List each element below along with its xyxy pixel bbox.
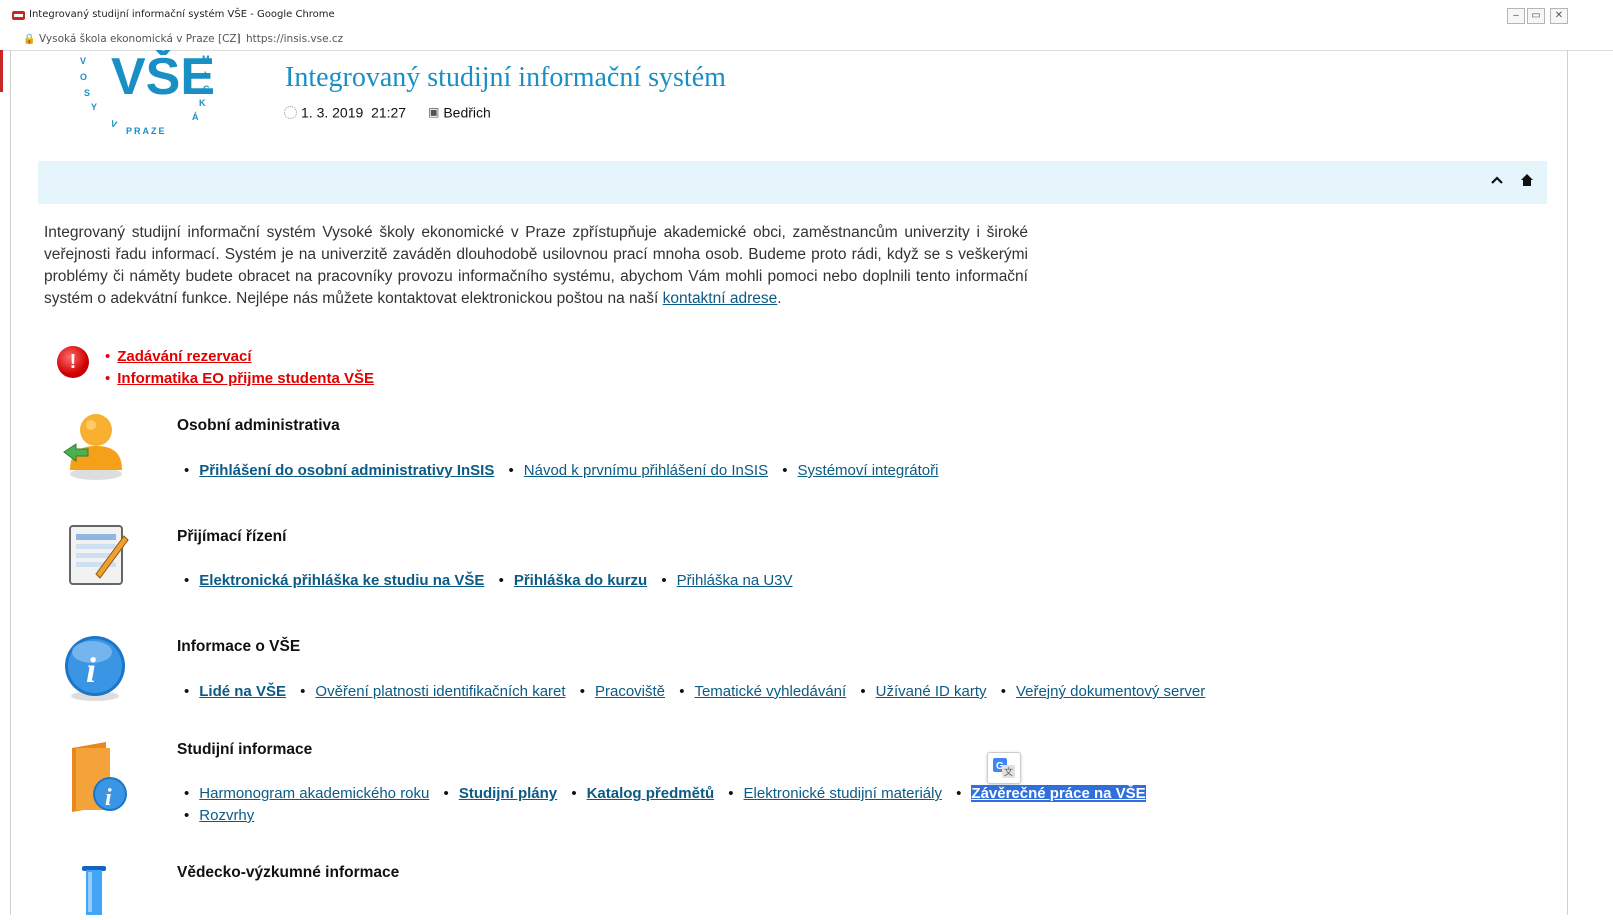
link-course-application[interactable]: Přihláška do kurzu [514, 572, 647, 589]
link-used-id-cards[interactable]: Užívané ID karty [876, 683, 987, 700]
alert-link-job-offer[interactable]: Informatika EO přijme studenta VŠE [117, 370, 374, 387]
svg-text:K: K [199, 98, 206, 108]
lock-icon: 🔒 [23, 34, 36, 45]
app-icon [12, 11, 25, 20]
link-study-plans[interactable]: Studijní plány [459, 785, 557, 802]
link-public-document-server[interactable]: Veřejný dokumentový server [1016, 683, 1205, 700]
date-nameday-line: 1. 3. 2019 21:27 ▣ Bedřich [284, 103, 491, 120]
svg-text:Y: Y [91, 102, 97, 112]
calendar-icon: ▣ [428, 105, 440, 120]
address-separator: | [237, 32, 240, 44]
nameday: Bedřich [443, 104, 491, 121]
link-first-login-guide[interactable]: Návod k prvnímu přihlášení do InSIS [524, 462, 768, 479]
link-system-integrators[interactable]: Systémoví integrátoři [798, 462, 939, 479]
vse-logo[interactable]: VŠE V O S Y M I C K Á V PRAZE [66, 50, 226, 144]
address-bar[interactable]: 🔒 Vysoká škola ekonomická v Praze [CZ] |… [0, 30, 1613, 51]
svg-text:M: M [202, 54, 210, 64]
link-course-catalog[interactable]: Katalog předmětů [587, 785, 715, 802]
section-links-about-vse: • Lidé na VŠE • Ověření platnosti identifi… [184, 683, 1206, 700]
current-date: 1. 3. 2019 [301, 104, 364, 121]
svg-text:V: V [109, 118, 118, 129]
link-academic-calendar[interactable]: Harmonogram akademického roku [199, 785, 429, 802]
svg-text:C: C [203, 84, 210, 94]
alert-list: • Zadávání rezervací • Informatika EO přij… [105, 346, 374, 390]
intro-paragraph: Integrovaný studijní informační systém V… [44, 222, 1028, 310]
link-e-application[interactable]: Elektronická přihláška ke studiu na VŠE [199, 572, 484, 589]
site-identity: Vysoká škola ekonomická v Praze [CZ] [39, 33, 241, 45]
svg-text:V: V [80, 56, 86, 66]
warning-icon: ! [57, 346, 89, 378]
svg-text:I: I [204, 70, 207, 80]
svg-text:S: S [84, 88, 90, 98]
section-title-personal-admin: Osobní administrativa [177, 417, 340, 434]
google-translate-icon[interactable]: G 文 [987, 752, 1021, 784]
section-links-study-info: • Harmonogram akademického roku • Studijní… [184, 785, 1146, 824]
link-people-at-vse[interactable]: Lidé na VŠE [199, 683, 286, 700]
home-icon[interactable] [1518, 173, 1536, 191]
current-time: 21:27 [371, 104, 407, 121]
user-icon [62, 408, 126, 482]
page-right-border [1567, 50, 1568, 915]
navigation-band [38, 161, 1547, 204]
section-title-about-vse: Informace o VŠE [177, 638, 301, 655]
link-e-study-materials[interactable]: Elektronické studijní materiály [744, 785, 942, 802]
link-thematic-search[interactable]: Tematické vyhledávání [694, 683, 846, 700]
info-icon: i [62, 632, 126, 706]
clock-icon [284, 105, 297, 119]
svg-text:O: O [80, 72, 87, 82]
section-title-admissions: Přijímací řízení [177, 528, 287, 545]
close-button[interactable]: ✕ [1550, 8, 1568, 24]
section-links-admissions: • Elektronická přihláška ke studiu na VŠE… [184, 572, 793, 589]
link-theses[interactable]: Závěrečné práce na VŠE [971, 785, 1146, 802]
test-tube-icon [78, 862, 142, 915]
url-text[interactable]: https://insis.vse.cz [246, 33, 343, 45]
link-id-card-validation[interactable]: Ověření platnosti identifikačních karet [315, 683, 565, 700]
alert-link-reservations[interactable]: Zadávání rezervací [117, 348, 251, 365]
link-insis-login[interactable]: Přihlášení do osobní administrativy InSI… [199, 462, 494, 479]
intro-end: . [777, 290, 782, 307]
svg-text:i: i [86, 650, 96, 690]
page-title: Integrovaný studijní informační systém [285, 62, 726, 93]
link-timetables[interactable]: Rozvrhy [199, 807, 254, 824]
alert-item: • Zadávání rezervací [105, 348, 252, 365]
collapse-up-icon[interactable] [1488, 173, 1506, 191]
link-u3v-application[interactable]: Přihláška na U3V [677, 572, 793, 589]
section-links-personal-admin: • Přihlášení do osobní administrativy InS… [184, 462, 939, 479]
window-title-bar: Integrovaný studijní informační systém V… [0, 0, 1613, 31]
restore-button[interactable]: ▭ [1527, 8, 1545, 24]
page-left-border [10, 50, 11, 915]
section-title-study-info: Studijní informace [177, 741, 313, 758]
application-form-icon [66, 522, 130, 596]
svg-text:Á: Á [192, 112, 199, 122]
intro-text: Integrovaný studijní informační systém V… [44, 224, 1028, 307]
contact-address-link[interactable]: kontaktní adrese [663, 290, 778, 307]
svg-text:i: i [105, 785, 112, 811]
window-title: Integrovaný studijní informační systém V… [29, 9, 335, 20]
study-info-icon: i [66, 740, 130, 814]
link-departments[interactable]: Pracoviště [595, 683, 665, 700]
svg-text:PRAZE: PRAZE [126, 126, 167, 136]
section-title-research-info: Vědecko-výzkumné informace [177, 864, 400, 881]
minimize-button[interactable]: – [1507, 8, 1525, 24]
svg-text:文: 文 [1004, 766, 1013, 778]
alert-item: • Informatika EO přijme studenta VŠE [105, 370, 374, 387]
page-edge-marker [0, 50, 3, 92]
